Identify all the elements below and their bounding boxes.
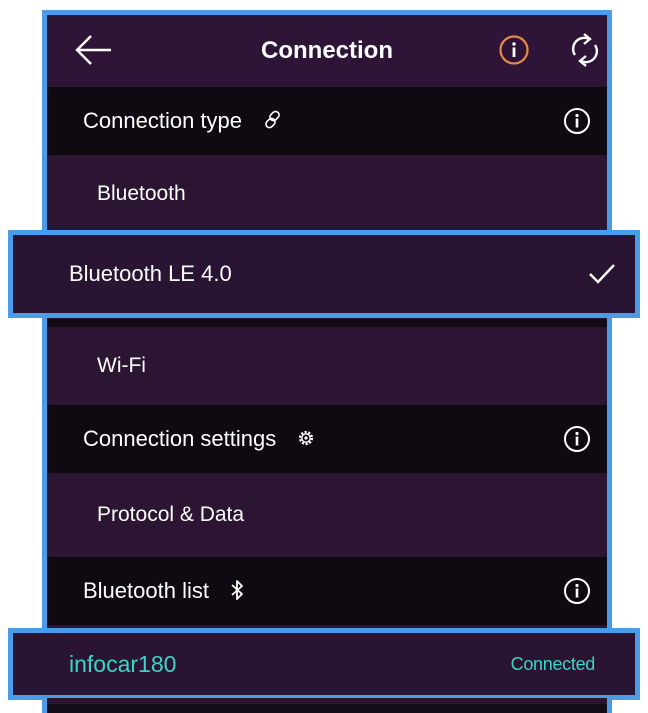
divider xyxy=(47,319,607,327)
bluetooth-icon xyxy=(231,580,243,601)
info-icon[interactable] xyxy=(563,425,591,453)
checkmark-icon xyxy=(589,264,615,284)
device-row[interactable]: infocar180 Connected xyxy=(8,628,640,700)
option-bluetooth-le-label: Bluetooth LE 4.0 xyxy=(69,261,232,286)
info-icon[interactable] xyxy=(563,577,591,605)
section-connection-settings-label: Connection settings xyxy=(83,426,277,451)
option-bluetooth-le-selected[interactable]: Bluetooth LE 4.0 xyxy=(8,230,640,318)
option-protocol-data[interactable]: Protocol & Data xyxy=(47,473,607,557)
info-circle-icon[interactable] xyxy=(498,34,530,66)
section-bluetooth-list-label: Bluetooth list xyxy=(83,578,209,603)
info-icon[interactable] xyxy=(563,107,591,135)
list-continuation xyxy=(42,698,612,713)
stage: Connection Connection type Bluetooth Wi-… xyxy=(0,0,648,713)
section-bluetooth-list: Bluetooth list xyxy=(47,557,607,625)
option-protocol-data-label: Protocol & Data xyxy=(97,503,245,526)
phone-screen: Connection Connection type Bluetooth Wi-… xyxy=(42,10,612,713)
refresh-icon[interactable] xyxy=(567,31,603,69)
option-wifi[interactable]: Wi-Fi xyxy=(47,327,607,405)
option-wifi-label: Wi-Fi xyxy=(97,354,146,377)
section-connection-settings: Connection settings xyxy=(47,405,607,473)
option-bluetooth[interactable]: Bluetooth xyxy=(47,155,607,233)
section-connection-type-label: Connection type xyxy=(83,108,242,133)
section-connection-type: Connection type xyxy=(47,87,607,155)
link-icon xyxy=(265,110,280,129)
status-badge: Connected xyxy=(510,653,596,674)
app-bar: Connection xyxy=(47,15,607,87)
device-name: infocar180 xyxy=(69,650,177,677)
option-bluetooth-label: Bluetooth xyxy=(97,182,186,205)
gear-icon xyxy=(299,431,314,446)
